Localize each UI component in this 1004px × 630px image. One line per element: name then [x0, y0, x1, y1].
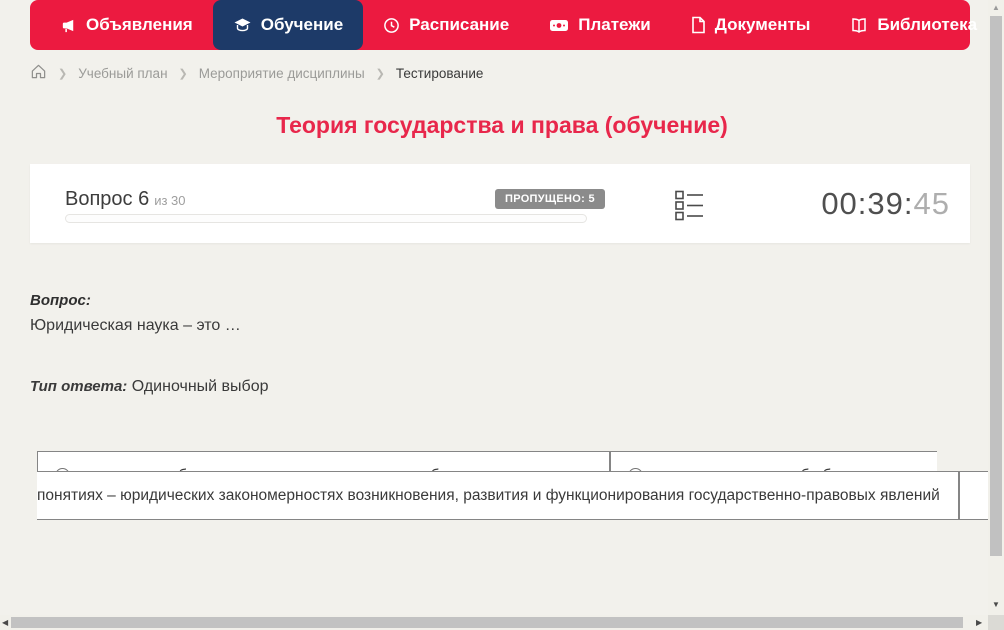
page: Объявления Обучение Расписание Платежи Д… — [0, 0, 1004, 630]
quiz-status-card: Вопрос 6 из 30 ПРОПУЩЕНО: 5 00:39:45 — [30, 164, 970, 243]
home-icon[interactable] — [30, 63, 47, 83]
question-number-label: Вопрос 6 — [65, 188, 150, 210]
question-list-button[interactable] — [674, 190, 704, 222]
scrollbar-corner — [988, 615, 1004, 630]
countdown-timer: 00:39:45 — [821, 186, 950, 222]
breadcrumb-link-curriculum[interactable]: Учебный план — [78, 66, 167, 81]
question-prompt-label: Вопрос: — [30, 292, 91, 309]
document-icon — [691, 16, 706, 34]
answer-type-row: Тип ответа: Одиночный выбор — [30, 378, 269, 396]
list-icon — [674, 190, 704, 224]
question-prompt-text: Юридическая наука – это … — [30, 317, 241, 334]
scroll-up-arrow-icon[interactable]: ▲ — [988, 3, 1004, 12]
megaphone-icon — [60, 17, 77, 34]
radio-button[interactable] — [628, 468, 644, 483]
question-number: Вопрос 6 из 30 — [65, 188, 186, 211]
breadcrumb-link-discipline-event[interactable]: Мероприятие дисциплины — [199, 66, 365, 81]
graduation-cap-icon — [233, 16, 252, 34]
breadcrumb: ❯ Учебный план ❯ Мероприятие дисциплины … — [30, 61, 483, 85]
scroll-right-arrow-icon[interactable]: ▶ — [976, 618, 982, 627]
breadcrumb-separator: ❯ — [375, 67, 385, 80]
nav-item-label: Документы — [714, 15, 811, 34]
nav-item-announcements[interactable]: Объявления — [40, 0, 213, 50]
page-title: Теория государства и права (обучение) — [276, 112, 728, 138]
clock-icon — [383, 17, 400, 34]
horizontal-scrollbar-thumb[interactable] — [11, 617, 963, 628]
nav-item-label: Расписание — [409, 15, 510, 34]
scroll-down-arrow-icon[interactable]: ▼ — [988, 600, 1004, 609]
vertical-scrollbar-thumb[interactable] — [990, 16, 1002, 556]
breadcrumb-separator: ❯ — [178, 67, 188, 80]
answer-type-value: Одиночный выбор — [131, 378, 269, 395]
progress-bar — [65, 214, 587, 223]
question-total: из 30 — [154, 193, 186, 208]
scroll-left-arrow-icon[interactable]: ◀ — [2, 618, 8, 627]
nav-item-schedule[interactable]: Расписание — [363, 0, 529, 50]
answer-option-text: система взглядов об общих и частных поня… — [37, 467, 940, 504]
skipped-badge: ПРОПУЩЕНО: 5 — [495, 189, 605, 209]
nav-item-label: Объявления — [86, 15, 193, 34]
nav-item-payments[interactable]: Платежи — [529, 0, 671, 50]
timer-main: 00:39: — [821, 186, 914, 221]
vertical-scrollbar[interactable]: ▲ ▼ — [988, 0, 1004, 615]
nav-item-label: Платежи — [578, 15, 651, 34]
nav-item-library[interactable]: Библиотека — [830, 0, 1004, 50]
horizontal-scrollbar[interactable]: ◀ ▶ — [0, 615, 1004, 630]
breadcrumb-separator: ❯ — [58, 67, 68, 80]
nav-item-label: Обучение — [260, 15, 344, 34]
nav-item-documents[interactable]: Документы — [671, 0, 831, 50]
main-nav: Объявления Обучение Расписание Платежи Д… — [30, 0, 1000, 50]
banknote-icon — [549, 17, 569, 33]
timer-seconds: 45 — [913, 186, 950, 221]
answer-options: наука о всеобщих законах развития природ… — [37, 451, 996, 520]
breadcrumb-current: Тестирование — [395, 65, 484, 81]
nav-item-learning[interactable]: Обучение — [212, 0, 364, 50]
book-icon — [850, 17, 868, 34]
nav-item-label: Библиотека — [877, 15, 978, 34]
answer-type-label: Тип ответа: — [30, 378, 128, 395]
